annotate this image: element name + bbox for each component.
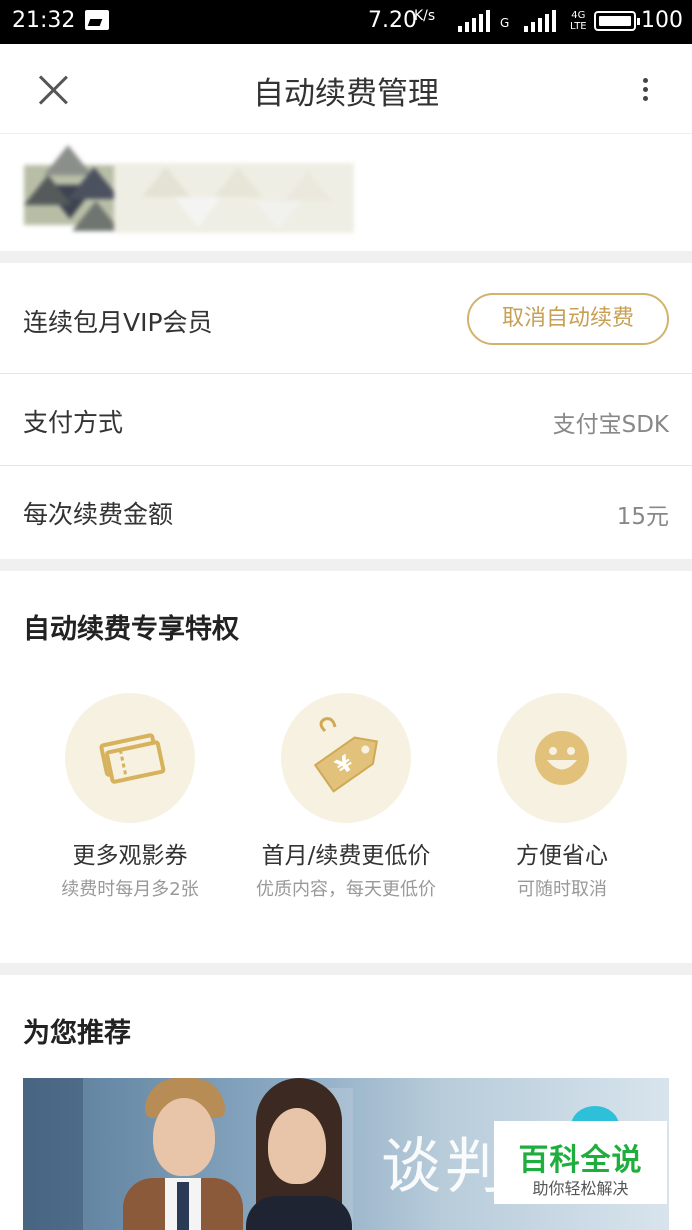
renewal-amount-row: 每次续费金额 15元	[0, 466, 692, 559]
section-gap	[0, 251, 692, 263]
payment-method-row: 支付方式 支付宝SDK	[0, 374, 692, 465]
cancel-auto-renew-button[interactable]: 取消自动续费	[467, 293, 669, 345]
page-title: 自动续费管理	[253, 76, 439, 112]
plan-row: 连续包月VIP会员 取消自动续费	[0, 263, 692, 373]
battery-icon	[594, 11, 640, 31]
benefit-subtitle: 续费时每月多2张	[61, 879, 199, 900]
signal-icon-2	[524, 10, 556, 32]
account-info	[0, 135, 692, 251]
obscured-account-avatar	[24, 145, 384, 241]
section-gap	[0, 963, 692, 975]
payment-method-label: 支付方式	[23, 408, 124, 437]
benefit-item-lower-price: ¥ 首月/续费更低价 优质内容，每天更低价	[236, 693, 456, 900]
title-bar: 自动续费管理	[0, 44, 692, 134]
recommend-title: 为您推荐	[23, 1018, 131, 1049]
benefit-title: 方便省心	[516, 843, 608, 869]
benefit-item-convenient: 方便省心 可随时取消	[452, 693, 672, 900]
battery-level: 100	[641, 8, 683, 33]
watermark: 百科全说 助你轻松解决	[494, 1121, 667, 1204]
renewal-amount-label: 每次续费金额	[23, 500, 174, 529]
watermark-subtitle: 助你轻松解决	[532, 1179, 629, 1198]
benefit-subtitle: 可随时取消	[517, 879, 607, 900]
benefit-subtitle: 优质内容，每天更低价	[256, 879, 436, 900]
image-notification-icon	[85, 10, 109, 30]
status-time: 21:32	[12, 8, 76, 33]
payment-method-value: 支付宝SDK	[552, 412, 669, 438]
banner-person-female	[238, 1078, 358, 1230]
banner-person-male	[113, 1078, 243, 1230]
network-speed-unit: K/s	[414, 8, 436, 24]
more-vertical-icon[interactable]	[632, 74, 660, 106]
signal-icon	[458, 10, 490, 32]
benefits-title: 自动续费专享特权	[23, 614, 239, 645]
plan-label: 连续包月VIP会员	[23, 308, 213, 337]
smile-icon	[497, 693, 627, 823]
status-bar: 21:32 7.20 K/s G 4G LTE 100	[0, 0, 692, 44]
sim2-network-type: 4G LTE	[570, 10, 587, 32]
watermark-title: 百科全说	[518, 1143, 643, 1178]
renewal-amount-value: 15元	[616, 504, 669, 530]
benefit-title: 更多观影券	[72, 843, 188, 869]
benefit-item-tickets: 更多观影券 续费时每月多2张	[20, 693, 240, 900]
ticket-icon	[65, 693, 195, 823]
price-tag-icon: ¥	[281, 693, 411, 823]
section-gap	[0, 559, 692, 571]
network-speed: 7.20	[368, 8, 417, 33]
sim2-type-top: 4G	[571, 10, 586, 21]
benefit-title: 首月/续费更低价	[261, 843, 431, 869]
sim1-network-type: G	[500, 16, 510, 30]
sim2-type-bottom: LTE	[570, 21, 587, 32]
